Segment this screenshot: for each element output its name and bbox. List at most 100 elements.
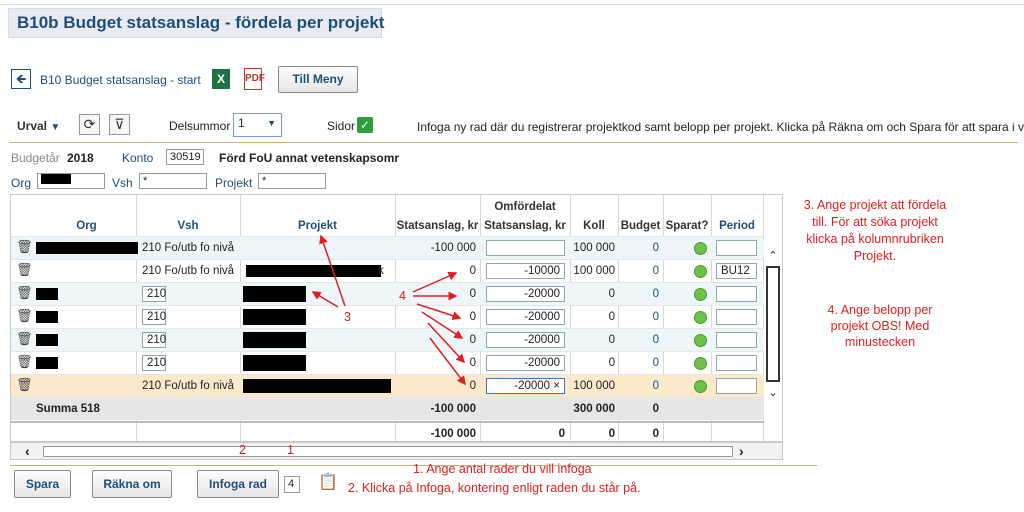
header-koll: Koll bbox=[583, 220, 605, 232]
vsh-field[interactable]: * bbox=[139, 173, 207, 189]
konto-field[interactable]: 30519 bbox=[166, 149, 204, 165]
chevron-down-icon: ▼ bbox=[267, 118, 276, 128]
konto-description: Förd FoU annat vetenskapsomr bbox=[219, 151, 400, 165]
header-statsanslag: Statsanslag, kr bbox=[396, 220, 479, 232]
spara-button[interactable]: Spara bbox=[14, 470, 71, 498]
trash-icon[interactable]: 🗑 bbox=[16, 354, 33, 370]
scroll-down-icon[interactable]: ⌄ bbox=[765, 386, 781, 399]
scroll-right-icon[interactable]: › bbox=[739, 443, 744, 459]
table-row[interactable]: 🗑 210 0 -20000 0 0 bbox=[11, 351, 764, 374]
period-input[interactable]: BU12 bbox=[716, 263, 757, 279]
period-input[interactable] bbox=[716, 378, 757, 394]
annotation-step-4: 4. Ange belopp per projekt OBS! Med minu… bbox=[827, 303, 933, 349]
till-meny-button[interactable]: Till Meny bbox=[278, 66, 358, 93]
table-row-selected[interactable]: 🗑 210 Fo/utb fo nivå 0 -20000 × 100 000 … bbox=[11, 374, 764, 397]
table-row[interactable]: 🗑 210 Fo/utb fo nivå -100 000 100 000 0 bbox=[11, 236, 764, 259]
delsummor-value: 1 bbox=[238, 116, 245, 130]
trash-icon[interactable]: 🗑 bbox=[16, 285, 33, 301]
delsummor-select[interactable]: 1 ▼ bbox=[233, 113, 282, 137]
marker-2: 2 bbox=[239, 443, 246, 457]
sparat-status-dot bbox=[694, 334, 707, 347]
sparat-status-dot bbox=[694, 311, 707, 324]
total-row: -100 000 0 0 0 bbox=[11, 421, 764, 444]
vsh-input[interactable]: 210 bbox=[142, 286, 166, 302]
period-input[interactable] bbox=[716, 309, 757, 325]
caret-down-icon: ▼ bbox=[50, 122, 61, 133]
infoga-rad-button[interactable]: Infoga rad bbox=[197, 470, 279, 498]
period-input[interactable] bbox=[716, 332, 757, 348]
omfordelat-input[interactable]: -20000 bbox=[486, 309, 565, 325]
pdf-icon[interactable]: PDF bbox=[244, 68, 265, 90]
table-row[interactable]: 🗑 210 0 -20000 0 0 bbox=[11, 282, 764, 305]
urval-dropdown[interactable]: Urval ▼ bbox=[17, 119, 60, 133]
sidor-label: Sidor bbox=[327, 119, 356, 133]
header-projekt[interactable]: Projekt bbox=[240, 220, 395, 232]
scroll-left-icon[interactable]: ‹ bbox=[25, 443, 30, 459]
org-label: Org bbox=[11, 176, 32, 190]
marker-4: 4 bbox=[399, 289, 406, 303]
info-text: Infoga ny rad där du registrerar projekt… bbox=[417, 120, 1024, 134]
scroll-up-icon[interactable]: ⌃ bbox=[765, 249, 781, 262]
projekt-field[interactable]: * bbox=[258, 173, 326, 189]
period-input[interactable] bbox=[716, 240, 757, 256]
marker-3: 3 bbox=[344, 310, 351, 324]
org-field[interactable] bbox=[37, 173, 105, 189]
scroll-track-thumb[interactable] bbox=[43, 446, 733, 457]
sparat-status-dot bbox=[694, 265, 707, 278]
period-input[interactable] bbox=[716, 286, 757, 302]
note-step-1: 1. Ange antal rader du vill infoga bbox=[413, 462, 592, 476]
sidor-checkbox[interactable]: ✓ bbox=[357, 117, 373, 133]
note-step-2: 2. Klicka på Infoga, kontering enligt ra… bbox=[348, 481, 641, 495]
vsh-input[interactable]: 210 bbox=[142, 332, 166, 348]
omfordelat-input[interactable]: -20000 bbox=[486, 332, 565, 348]
budgetar-value: 2018 bbox=[67, 151, 94, 165]
header-vsh[interactable]: Vsh bbox=[136, 220, 240, 232]
divider bbox=[10, 142, 1018, 143]
scroll-thumb[interactable] bbox=[766, 266, 780, 382]
top-divider bbox=[0, 4, 1024, 5]
header-omfordelat-top: Omfördelat bbox=[494, 201, 556, 213]
omfordelat-input[interactable]: -20000 × bbox=[486, 378, 565, 394]
paste-rows-icon[interactable]: 📋 bbox=[318, 472, 338, 492]
filter-clear-icon[interactable]: ⊽ bbox=[109, 114, 130, 135]
sparat-status-dot bbox=[694, 242, 707, 255]
trash-icon[interactable]: 🗑 bbox=[16, 239, 33, 255]
projekt-label: Projekt bbox=[215, 176, 253, 190]
trash-icon[interactable]: 🗑 bbox=[16, 331, 33, 347]
omfordelat-input[interactable]: -20000 bbox=[486, 286, 565, 302]
page-title: B10b Budget statsanslag - fördela per pr… bbox=[8, 8, 384, 38]
budget-table: Org Vsh Projekt Statsanslag, kr Omfördel… bbox=[10, 194, 783, 442]
vsh-input[interactable]: 210 bbox=[142, 309, 166, 325]
header-budget: Budget bbox=[620, 220, 661, 232]
period-input[interactable] bbox=[716, 355, 757, 371]
header-period[interactable]: Period bbox=[711, 220, 763, 232]
omfordelat-input[interactable]: -20000 bbox=[486, 355, 565, 371]
table-row[interactable]: 🗑 210 0 -20000 0 0 bbox=[11, 328, 764, 351]
refresh-icon[interactable]: ⟳ bbox=[79, 114, 100, 135]
table-row[interactable]: 🗑 210 0 -20000 0 0 bbox=[11, 305, 764, 328]
excel-icon[interactable]: X bbox=[212, 69, 230, 89]
antal-rader-field[interactable]: 4 bbox=[284, 476, 300, 493]
sparat-status-dot bbox=[694, 288, 707, 301]
back-link[interactable]: B10 Budget statsanslag - start bbox=[40, 73, 201, 87]
sparat-status-dot bbox=[694, 380, 707, 393]
marker-1: 1 bbox=[287, 443, 294, 457]
trash-icon[interactable]: 🗑 bbox=[16, 377, 33, 393]
vsh-input[interactable]: 210 bbox=[142, 355, 166, 371]
header-sparat: Sparat? bbox=[665, 220, 709, 232]
konto-label: Konto bbox=[122, 151, 154, 165]
budgetar-label: Budgetår bbox=[11, 151, 60, 165]
header-org[interactable]: Org bbox=[37, 220, 136, 232]
header-omfordelat: Statsanslag, kr bbox=[484, 220, 566, 232]
back-arrow-icon[interactable]: 🡸 bbox=[11, 69, 31, 89]
vertical-scrollbar[interactable]: ⌃ ⌄ bbox=[765, 249, 781, 413]
omfordelat-input[interactable] bbox=[486, 240, 565, 256]
summary-row: Summa 518 -100 000 300 000 0 bbox=[11, 397, 764, 420]
rakna-om-button[interactable]: Räkna om bbox=[92, 470, 172, 498]
omfordelat-input[interactable]: -10000 bbox=[486, 263, 565, 279]
horizontal-scrollbar[interactable]: ‹ › bbox=[10, 442, 783, 460]
trash-icon[interactable]: 🗑 bbox=[16, 308, 33, 324]
table-row[interactable]: 🗑 210 Fo/utb fo nivå k 0 -10000 100 000 … bbox=[11, 259, 764, 282]
trash-icon[interactable]: 🗑 bbox=[16, 262, 33, 278]
vsh-label: Vsh bbox=[112, 176, 133, 190]
